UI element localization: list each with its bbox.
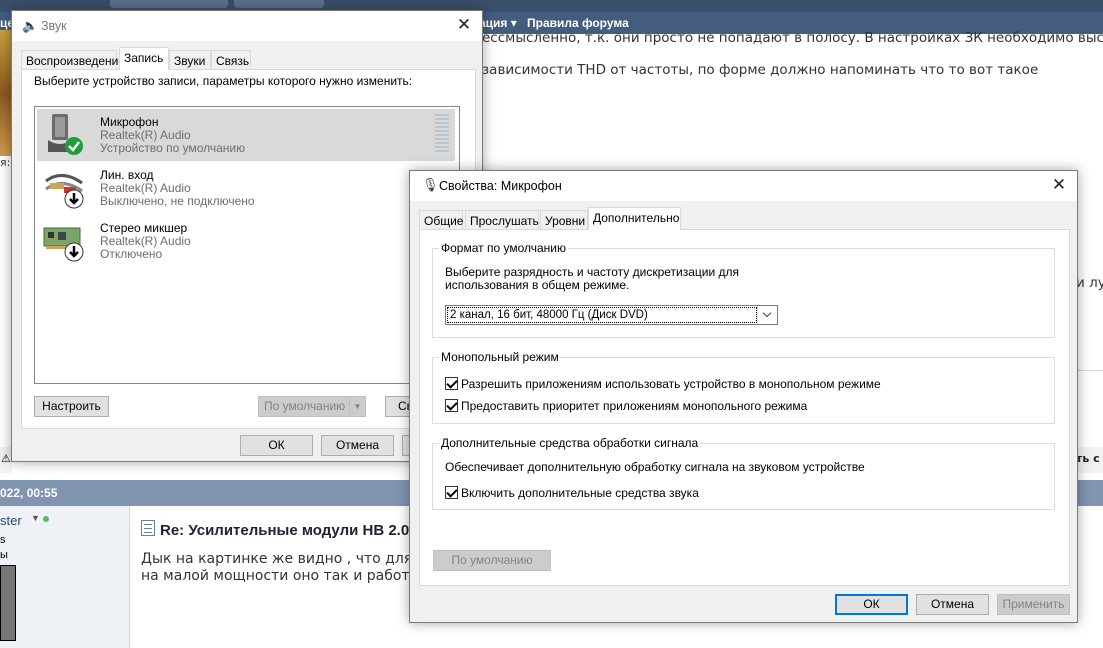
group-title: Монопольный режим [439,350,561,364]
forum-text-line: зависимости THD от частоты, по форме дол… [482,62,1039,78]
enable-enhancements-checkbox[interactable] [445,486,458,499]
configure-button[interactable]: Настроить [34,396,109,417]
tab-sounds[interactable]: Звуки [169,50,211,70]
chevron-down-icon[interactable] [757,306,777,324]
device-item-stereo-mix[interactable]: Стерео микшер Realtek(R) Audio Отключено [37,215,455,267]
restore-defaults-button[interactable]: По умолчанию [433,550,551,571]
avatar [0,565,16,641]
post-author-column: ster ▼ s ы [0,506,130,648]
forum-rules-link[interactable]: Правила форума [527,16,629,30]
sound-card-icon [43,227,84,262]
device-item-line-in[interactable]: Лин. вход Realtek(R) Audio Выключено, не… [37,162,455,214]
post-date: 022, 00:55 [0,486,58,500]
ok-button[interactable]: ОК [240,435,313,456]
warning-icon: ⚠ [1,453,11,465]
device-status: Выключено, не подключено [100,194,255,208]
tab-levels[interactable]: Уровни [540,210,588,230]
forum-left-fragment: я: [0,156,11,169]
exclusive-mode-group: Монопольный режим Разрешить приложениям … [432,350,1055,424]
divider [1076,370,1103,371]
advanced-panel: Формат по умолчанию Выберите разрядность… [419,229,1070,586]
device-driver: Realtek(R) Audio [100,128,191,142]
device-driver: Realtek(R) Audio [100,181,191,195]
device-name: Стерео микшер [100,221,188,235]
enable-enhancements-label[interactable]: Включить дополнительные средства звука [461,486,699,500]
format-select[interactable]: 2 канал, 16 бит, 48000 Гц (Диск DVD) [445,305,778,325]
chevron-down-icon[interactable]: ▼ [349,397,365,416]
device-list[interactable]: Микрофон Realtek(R) Audio Устройство по … [34,106,460,384]
line-in-cable-icon [45,174,84,209]
online-status-icon [43,516,49,522]
tab-general[interactable]: Общие [419,210,463,230]
signal-enhancements-group: Дополнительные средства обработки сигнал… [432,436,1055,510]
cancel-button[interactable]: Отмена [916,594,989,615]
set-default-label: По умолчанию [264,399,346,413]
device-driver: Realtek(R) Audio [100,234,191,248]
forum-text-fragment: и лу [1076,275,1103,291]
set-default-button[interactable]: По умолчанию ▼ [258,396,366,417]
close-icon[interactable]: ✕ [454,15,474,35]
group-title: Формат по умолчанию [439,241,568,255]
microphone-icon: 🎙 [422,177,439,192]
chevron-down-icon[interactable]: ▼ [31,513,40,523]
forum-top-tab[interactable] [110,0,228,8]
exclusive-priority-checkbox[interactable] [445,399,458,412]
tab-communications[interactable]: Связь [211,50,251,70]
properties-titlebar[interactable]: 🎙 Свойства: Микрофон ✕ [410,171,1077,201]
format-select-value: 2 канал, 16 бит, 48000 Гц (Диск DVD) [447,307,757,323]
group-title: Дополнительные средства обработки сигнал… [439,436,701,450]
ok-button[interactable]: ОК [835,594,908,615]
forum-text-line: ессмысленно, т.к. они просто не попадают… [482,30,1103,46]
device-status: Отключено [100,247,163,261]
device-name: Микрофон [100,115,159,129]
tab-playback[interactable]: Воспроизведение [21,50,125,70]
instruction-text: Выберите устройство записи, параметры ко… [34,74,413,88]
post-body-line: на малой мощности оно так и работает, [141,568,440,584]
post-title[interactable]: Re: Усилительные модули НВ 2.05 [160,522,418,539]
cancel-button[interactable]: Отмена [321,435,394,456]
exclusive-priority-label[interactable]: Предоставить приоритет приложениям моноп… [461,399,807,413]
sound-titlebar[interactable]: 🔈 Звук ✕ [12,11,482,41]
window-title: Свойства: Микрофон [439,179,562,193]
allow-exclusive-checkbox[interactable] [445,377,458,390]
microphone-icon [48,114,83,155]
speaker-icon: 🔈 [22,18,39,33]
allow-exclusive-label[interactable]: Разрешить приложениям использовать устро… [461,377,881,391]
tab-advanced[interactable]: Дополнительно [588,207,681,230]
close-icon[interactable]: ✕ [1049,175,1069,195]
post-body: Дык на картинке же видно , что для спе н… [141,551,442,585]
device-item-microphone[interactable]: Микрофон Realtek(R) Audio Устройство по … [37,109,455,161]
device-name: Лин. вход [100,168,154,182]
tab-listen[interactable]: Прослушать [465,210,539,230]
format-description: использования в общем режиме. [445,278,630,292]
forum-top-tab[interactable] [234,0,324,8]
author-meta: ы [0,549,8,561]
recording-panel: Выберите устройство записи, параметры ко… [21,69,476,429]
tab-recording[interactable]: Запись [119,47,169,70]
microphone-properties-dialog: 🎙 Свойства: Микрофон ✕ Общие Прослушать … [409,170,1078,623]
window-title: Звук [41,19,67,33]
author-meta: s [0,534,6,546]
default-format-group: Формат по умолчанию Выберите разрядность… [432,241,1055,338]
device-status: Устройство по умолчанию [100,141,246,155]
forum-nav-link[interactable]: ация ▾ [479,16,517,30]
post-icon [141,520,155,536]
apply-button[interactable]: Применить [997,594,1070,615]
post-body-line: Дык на картинке же видно , что для спе [141,551,443,567]
author-name[interactable]: ster [0,513,22,528]
format-description: Выберите разрядность и частоту дискретиз… [445,265,740,279]
enhancements-description: Обеспечивает дополнительную обработку си… [445,460,865,474]
level-meter [435,114,449,154]
quote-button[interactable]: ть с и [1076,452,1103,465]
